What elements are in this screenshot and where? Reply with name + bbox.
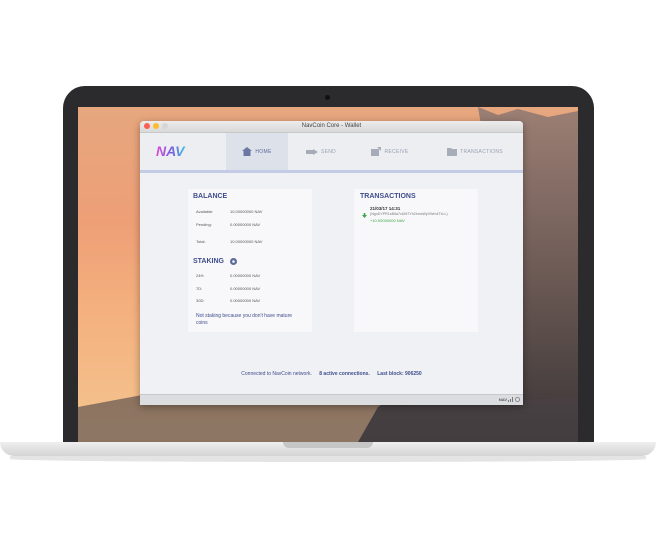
total-value: 10.00000000 NAV: [230, 239, 263, 244]
status-connected: Connected to NavCoin network.: [241, 371, 312, 377]
network-icon: [508, 397, 513, 402]
total-label: Total:: [196, 239, 206, 244]
nav-bar: NAV HOME SEND RECEIVE TRANSACTIONS: [140, 133, 523, 173]
transaction-date: 21/03/17 14:31: [370, 206, 401, 211]
staking-7d-value: 0.00000000 NAV: [230, 286, 261, 291]
staking-30d-label: 30D:: [196, 298, 205, 303]
staking-30d-value: 0.00000000 NAV: [230, 298, 261, 303]
title-bar: NavCoin Core - Wallet: [140, 121, 523, 133]
available-label: Available:: [196, 209, 214, 214]
wallet-window: NavCoin Core - Wallet NAV HOME SEND RECE…: [140, 121, 523, 405]
tab-home[interactable]: HOME: [226, 133, 288, 170]
transactions-panel: TRANSACTIONS 21/03/17 14:31 (NgoDYPR1sB5…: [354, 189, 478, 332]
available-value: 10.00000000 NAV: [230, 209, 263, 214]
camera: [325, 95, 330, 100]
tab-receive[interactable]: RECEIVE: [355, 133, 425, 170]
laptop-shadow: [10, 456, 646, 462]
tab-receive-label: RECEIVE: [384, 148, 409, 155]
staking-7d-label: 7D:: [196, 286, 203, 291]
tab-home-label: HOME: [255, 148, 272, 155]
tab-transactions-label: TRANSACTIONS: [460, 148, 503, 155]
staking-info-icon[interactable]: [230, 258, 237, 265]
tab-send[interactable]: SEND: [290, 133, 352, 170]
unit-label[interactable]: NAV: [499, 397, 507, 402]
status-last-block: Last block: 906250: [377, 371, 422, 377]
bottom-status-bar: NAV: [140, 394, 523, 405]
laptop-notch: [283, 442, 373, 448]
nav-logo: NAV: [156, 144, 186, 158]
folder-icon: [447, 147, 458, 156]
incoming-arrow-icon: [362, 213, 367, 218]
logo-text: NAV: [156, 144, 186, 158]
balance-title: BALANCE: [193, 193, 228, 200]
connection-status: Connected to NavCoin network. 8 active c…: [140, 371, 523, 377]
balance-panel: BALANCE Available: 10.00000000 NAV Pendi…: [188, 189, 312, 332]
window-title: NavCoin Core - Wallet: [301, 123, 362, 129]
staking-24h-label: 24H:: [196, 273, 205, 278]
transaction-amount: +10.00000000 NAV: [370, 218, 405, 223]
pending-value: 0.00000000 NAV: [230, 222, 261, 227]
pending-label: Pending:: [196, 222, 212, 227]
transactions-title: TRANSACTIONS: [360, 193, 416, 200]
sync-icon: [515, 397, 520, 402]
tab-transactions[interactable]: TRANSACTIONS: [430, 133, 520, 170]
receive-icon: [371, 147, 382, 156]
home-icon: [242, 147, 253, 156]
tab-send-label: SEND: [320, 148, 337, 155]
staking-message: Not staking because you don't have matur…: [196, 313, 293, 326]
staking-24h-value: 0.00000000 NAV: [230, 273, 261, 278]
send-icon: [305, 148, 318, 155]
status-connections[interactable]: 8 active connections.: [319, 371, 370, 377]
transaction-address: (NgoDYPR1sB5a7vUM7Yh2hmxWyVWm4TxLL): [370, 212, 448, 216]
staking-title: STAKING: [193, 258, 224, 265]
